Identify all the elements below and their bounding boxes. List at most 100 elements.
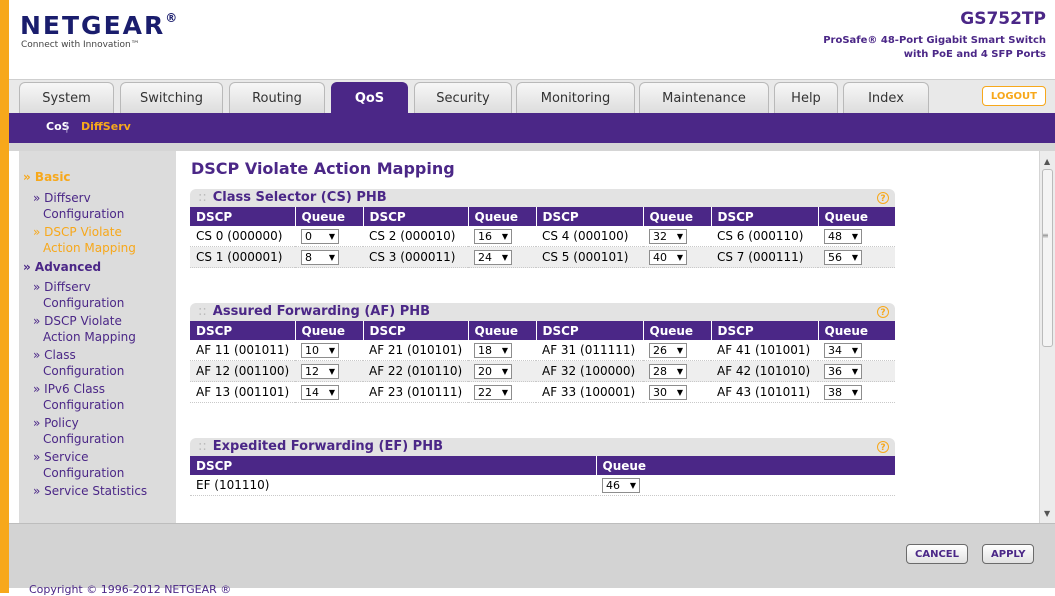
scrollbar-thumb[interactable] [1042,169,1053,347]
sidebar-item-service-statistics[interactable]: » Service Statistics [33,483,147,499]
apply-button[interactable]: APPLY [982,544,1035,564]
subnav-diffserv[interactable]: DiffServ [81,120,131,133]
sidebar-item-policy-label1[interactable]: » Policy [33,415,79,431]
queue-select[interactable]: 40 ▼ [649,249,687,265]
help-icon[interactable]: ? [877,306,889,318]
sidebar: » Basic » Diffserv Configuration » DSCP … [19,151,177,523]
dscp-cell: AF 13 (001101) [190,381,295,403]
sidebar-item-dscp-violate-current-label2[interactable]: Action Mapping [43,240,136,256]
queue-select[interactable]: 36 ▼ [824,363,862,379]
dropdown-arrow-icon: ▼ [851,345,858,355]
queue-value: 14 [305,385,319,399]
sidebar-section-advanced[interactable]: » Advanced [23,259,101,275]
divider-band [9,143,1055,151]
sidebar-item-policy-label2[interactable]: Configuration [43,431,124,447]
queue-select[interactable]: 14 ▼ [301,384,339,400]
queue-select[interactable]: 34 ▼ [824,342,862,358]
scroll-up-arrow-icon[interactable]: ▲ [1044,157,1050,166]
column-header-dscp: DSCP [363,321,469,340]
drag-grip-icon: :: [198,439,207,454]
cs-table: DSCP Queue DSCP Queue DSCP Queue DSCP Qu… [190,207,896,268]
vertical-scrollbar[interactable]: ▲ ≡ ▼ [1039,151,1055,523]
queue-select[interactable]: 0 ▼ [301,228,339,244]
tab-system[interactable]: System [19,82,114,114]
logo-text: NETGEAR [20,11,166,40]
dropdown-arrow-icon: ▼ [501,345,508,355]
queue-select[interactable]: 12 ▼ [301,363,339,379]
column-header-queue: Queue [596,456,896,475]
tab-maintenance[interactable]: Maintenance [639,82,769,114]
table-header-row: DSCP Queue [190,456,896,475]
help-icon[interactable]: ? [877,192,889,204]
queue-select[interactable]: 20 ▼ [474,363,512,379]
header: NETGEAR® Connect with Innovation™ GS752T… [9,0,1055,79]
sidebar-section-basic[interactable]: » Basic [23,169,71,185]
ef-panel-title: Expedited Forwarding (EF) PHB [212,439,444,454]
subnav-separator: | [65,120,69,133]
queue-select[interactable]: 28 ▼ [649,363,687,379]
queue-value: 56 [828,250,842,264]
sidebar-item-ipv6-class-label1[interactable]: » IPv6 Class [33,381,105,397]
dropdown-arrow-icon: ▼ [676,252,683,262]
help-icon[interactable]: ? [877,441,889,453]
tab-switching[interactable]: Switching [120,82,223,114]
copyright-text: Copyright © 1996-2012 NETGEAR ® [29,583,232,596]
queue-select[interactable]: 48 ▼ [824,228,862,244]
column-header-dscp: DSCP [536,207,644,226]
sidebar-item-diffserv-config-label1[interactable]: » Diffserv [33,190,91,206]
sidebar-item-ipv6-class-label2[interactable]: Configuration [43,397,124,413]
sidebar-item-diffserv-config-label2[interactable]: Configuration [43,206,124,222]
queue-select[interactable]: 16 ▼ [474,228,512,244]
sidebar-item-dscp-violate-current-label1[interactable]: » DSCP Violate [33,224,122,240]
sidebar-item-service-label1[interactable]: » Service [33,449,89,465]
tab-index[interactable]: Index [843,82,929,114]
queue-select[interactable]: 30 ▼ [649,384,687,400]
tab-routing[interactable]: Routing [229,82,325,114]
tab-monitoring[interactable]: Monitoring [516,82,635,114]
queue-value: 32 [653,229,667,243]
sidebar-item-class-label2[interactable]: Configuration [43,363,124,379]
ef-panel-header: :: Expedited Forwarding (EF) PHB ? [190,438,895,456]
column-header-queue: Queue [818,321,896,340]
sidebar-item-adv-dscp-violate-label2[interactable]: Action Mapping [43,329,136,345]
dscp-cell: AF 23 (010111) [363,381,468,403]
queue-select[interactable]: 26 ▼ [649,342,687,358]
queue-cell: 0 ▼ [295,226,363,247]
queue-select[interactable]: 22 ▼ [474,384,512,400]
column-header-queue: Queue [468,207,537,226]
queue-select[interactable]: 24 ▼ [474,249,512,265]
cs-panel-header: :: Class Selector (CS) PHB ? [190,189,895,207]
table-row: AF 11 (001011) 10 ▼ AF 21 (010101) 18 ▼ AF… [190,340,895,361]
sidebar-item-adv-diffserv-label2[interactable]: Configuration [43,295,124,311]
table-row: EF (101110) 46 ▼ [190,475,895,496]
queue-value: 48 [828,229,842,243]
sidebar-item-service-label2[interactable]: Configuration [43,465,124,481]
queue-select[interactable]: 10 ▼ [301,342,339,358]
queue-select[interactable]: 38 ▼ [824,384,862,400]
queue-value: 12 [305,364,319,378]
tab-security[interactable]: Security [414,82,512,114]
dscp-cell: AF 22 (010110) [363,360,468,382]
dscp-cell: AF 32 (100000) [536,360,643,382]
queue-select[interactable]: 56 ▼ [824,249,862,265]
sidebar-item-adv-dscp-violate-label1[interactable]: » DSCP Violate [33,313,122,329]
column-header-queue: Queue [468,321,537,340]
sidebar-item-class-label1[interactable]: » Class [33,347,76,363]
cancel-button[interactable]: CANCEL [906,544,968,564]
column-header-dscp: DSCP [536,321,644,340]
queue-select[interactable]: 8 ▼ [301,249,339,265]
dropdown-arrow-icon: ▼ [501,366,508,376]
logout-button[interactable]: LOGOUT [981,86,1046,106]
queue-select[interactable]: 46 ▼ [602,477,640,493]
queue-select[interactable]: 18 ▼ [474,342,512,358]
queue-cell: 10 ▼ [295,340,363,361]
column-header-dscp: DSCP [711,321,819,340]
dropdown-arrow-icon: ▼ [629,480,636,490]
main-tab-bar: System Switching Routing QoS Security Mo… [9,79,1055,114]
sidebar-item-adv-diffserv-label1[interactable]: » Diffserv [33,279,91,295]
tab-qos[interactable]: QoS [331,82,408,114]
queue-select[interactable]: 32 ▼ [649,228,687,244]
tab-help[interactable]: Help [774,82,838,114]
scroll-down-arrow-icon[interactable]: ▼ [1044,509,1050,518]
ef-table: DSCP Queue EF (101110) 46 ▼ [190,456,896,496]
